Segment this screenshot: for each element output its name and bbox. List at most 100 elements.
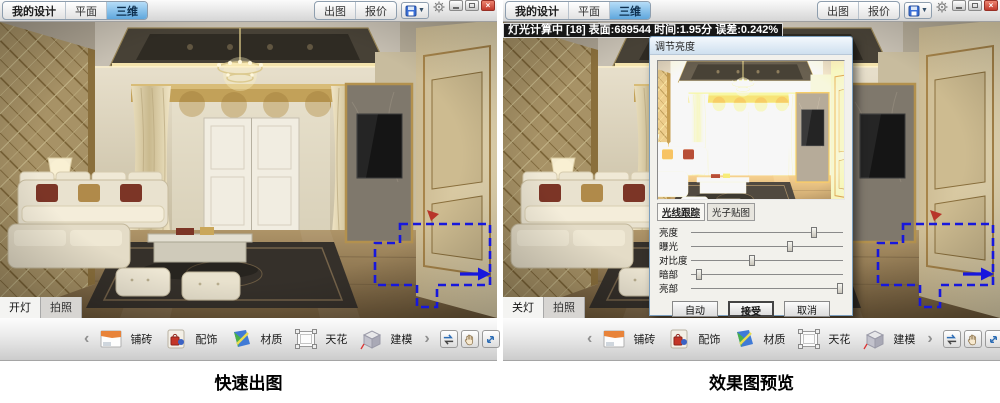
save-button[interactable]: ▼: [904, 2, 932, 19]
quote-button[interactable]: 报价: [859, 2, 899, 19]
tool-tiling[interactable]: 铺砖: [99, 328, 152, 350]
decor-icon: [667, 328, 691, 350]
quote-button[interactable]: 报价: [356, 2, 396, 19]
view-nav-buttons: [440, 330, 500, 348]
move-view-button[interactable]: [985, 330, 1000, 348]
slider-handle[interactable]: [837, 283, 843, 294]
highlights-slider[interactable]: [691, 281, 843, 295]
slider-handle[interactable]: [696, 269, 702, 280]
photo-tab[interactable]: 拍照: [41, 297, 82, 318]
gear-icon: [936, 1, 948, 13]
view-mode-tabs: 关灯 拍照: [503, 297, 585, 318]
slider-label: 曝光: [659, 239, 691, 253]
scroll-left-chevron-icon[interactable]: ‹: [84, 331, 89, 347]
tool-ceiling[interactable]: 天花: [294, 328, 347, 350]
view-mode-tabs: 开灯 拍照: [0, 297, 82, 318]
settings-gear-icon[interactable]: [936, 1, 948, 21]
render-viewport[interactable]: 开灯 拍照: [0, 22, 497, 318]
render-mode-tabs: 光线跟踪 光子贴图: [650, 203, 852, 221]
tab-3d[interactable]: 三维: [610, 2, 650, 19]
restore-button[interactable]: [968, 0, 982, 11]
shadows-slider[interactable]: [691, 267, 843, 281]
tab-3d[interactable]: 三维: [107, 2, 147, 19]
brightness-dialog: 调节亮度 光线跟踪 光子贴图 亮度 曝光 对比度: [649, 36, 853, 316]
tab-ray-trace[interactable]: 光线跟踪: [657, 203, 705, 221]
panel-render-preview: 我的设计 平面 三维 出图 报价 ▼: [503, 0, 1000, 403]
tile-icon: [99, 328, 123, 350]
lights-toggle-tab[interactable]: 开灯: [0, 297, 41, 318]
tab-my-design[interactable]: 我的设计: [3, 2, 66, 19]
lights-toggle-tab[interactable]: 关灯: [503, 297, 544, 318]
tool-decor[interactable]: 配饰: [667, 328, 720, 350]
slider-handle[interactable]: [811, 227, 817, 238]
scroll-left-chevron-icon[interactable]: ‹: [587, 331, 592, 347]
material-icon: [732, 328, 756, 350]
tab-photon-map[interactable]: 光子贴图: [707, 203, 755, 221]
swap-arrows-icon: [945, 333, 958, 346]
scroll-right-chevron-icon[interactable]: ›: [927, 331, 932, 347]
tool-tiling[interactable]: 铺砖: [602, 328, 655, 350]
decor-icon: [164, 328, 188, 350]
top-toolbar: 我的设计 平面 三维 出图 报价 ▼: [0, 0, 497, 22]
exposure-slider[interactable]: [691, 239, 843, 253]
swap-arrows-icon: [442, 333, 455, 346]
contrast-slider[interactable]: [691, 253, 843, 267]
minimize-button[interactable]: [449, 0, 463, 11]
ceiling-icon: [797, 328, 821, 350]
slider-label: 亮部: [659, 281, 691, 295]
slider-row: 曝光: [659, 239, 843, 253]
caret-down-icon: ▼: [418, 7, 425, 14]
hand-icon: [966, 333, 979, 346]
bottom-toolbar: ‹ 铺砖 配饰 材质 天花 建模 ›: [0, 318, 497, 361]
view-nav-buttons: [943, 330, 1000, 348]
render-button[interactable]: 出图: [315, 2, 356, 19]
rotate-view-button[interactable]: [440, 330, 458, 348]
pan-hand-button[interactable]: [964, 330, 982, 348]
room-render: [0, 22, 497, 318]
tool-decor[interactable]: 配饰: [164, 328, 217, 350]
tool-material[interactable]: 材质: [229, 328, 282, 350]
render-preview-image: [657, 60, 845, 200]
tool-modeling[interactable]: 建模: [359, 328, 412, 350]
close-button[interactable]: ×: [481, 0, 495, 11]
gear-icon: [433, 1, 445, 13]
minimize-icon: [956, 7, 962, 9]
main-tabs: 我的设计 平面 三维: [2, 1, 148, 20]
diagonal-arrows-icon: [987, 333, 1000, 346]
tool-modeling[interactable]: 建模: [862, 328, 915, 350]
render-viewport[interactable]: 灯光计算中 [18] 表面:689544 时间:1.95分 误差:0.242% …: [503, 22, 1000, 318]
slider-label: 亮度: [659, 225, 691, 239]
pan-hand-button[interactable]: [461, 330, 479, 348]
photo-tab[interactable]: 拍照: [544, 297, 585, 318]
adjustment-sliders: 亮度 曝光 对比度 暗部 亮部: [650, 221, 852, 297]
accept-button[interactable]: 接受: [728, 301, 774, 317]
close-button[interactable]: ×: [984, 0, 998, 11]
move-view-button[interactable]: [482, 330, 500, 348]
hand-icon: [463, 333, 476, 346]
tool-material[interactable]: 材质: [732, 328, 785, 350]
material-icon: [229, 328, 253, 350]
rotate-view-button[interactable]: [943, 330, 961, 348]
restore-icon: [469, 3, 475, 8]
render-button[interactable]: 出图: [818, 2, 859, 19]
cancel-button[interactable]: 取消: [784, 301, 830, 317]
save-button[interactable]: ▼: [401, 2, 429, 19]
auto-button[interactable]: 自动: [672, 301, 718, 317]
slider-label: 对比度: [659, 253, 691, 267]
ceiling-icon: [294, 328, 318, 350]
tab-my-design[interactable]: 我的设计: [506, 2, 569, 19]
tab-plan[interactable]: 平面: [66, 2, 107, 19]
slider-label: 暗部: [659, 267, 691, 281]
slider-handle[interactable]: [787, 241, 793, 252]
restore-button[interactable]: [465, 0, 479, 11]
slider-handle[interactable]: [749, 255, 755, 266]
scroll-right-chevron-icon[interactable]: ›: [424, 331, 429, 347]
minimize-button[interactable]: [952, 0, 966, 11]
tool-ceiling[interactable]: 天花: [797, 328, 850, 350]
slider-row: 对比度: [659, 253, 843, 267]
settings-gear-icon[interactable]: [433, 1, 445, 21]
tool-label: 天花: [828, 331, 850, 347]
bottom-toolbar: ‹ 铺砖 配饰 材质 天花 建模 ›: [503, 318, 1000, 361]
brightness-slider[interactable]: [691, 225, 843, 239]
tab-plan[interactable]: 平面: [569, 2, 610, 19]
